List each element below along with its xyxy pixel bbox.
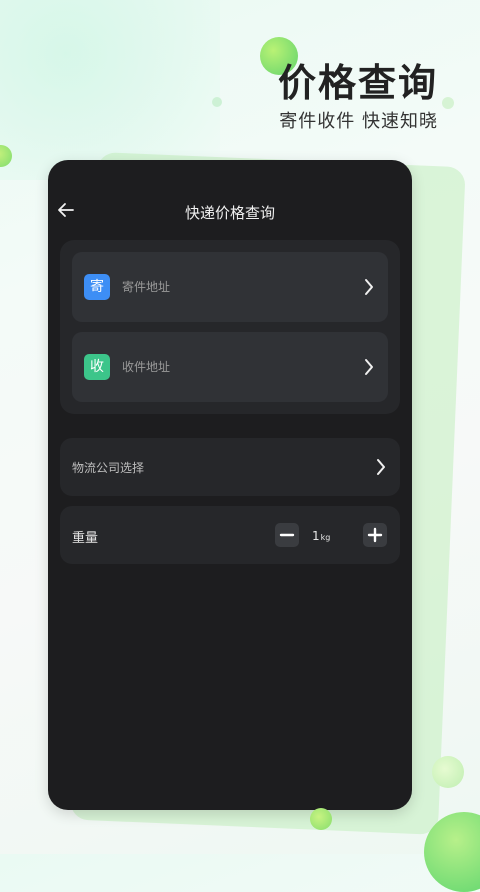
weight-number: 1 xyxy=(312,529,320,543)
promo-subheadline: 寄件收件 快速知晓 xyxy=(279,111,438,132)
sender-address-row[interactable]: 寄 寄件地址 xyxy=(72,252,388,322)
decor-circle xyxy=(442,97,454,109)
receiver-address-label: 收件地址 xyxy=(122,360,171,374)
decor-circle xyxy=(310,808,332,830)
receiver-address-row[interactable]: 收 收件地址 xyxy=(72,332,388,402)
page-title: 快递价格查询 xyxy=(184,204,275,222)
sender-address-label: 寄件地址 xyxy=(122,280,171,294)
receiver-badge: 收 xyxy=(84,354,110,380)
promo-headline: 价格查询 xyxy=(277,61,438,105)
sender-badge: 寄 xyxy=(84,274,110,300)
weight-unit: kg xyxy=(320,533,331,542)
top-bar: 快递价格查询 xyxy=(48,196,412,226)
company-select-label: 物流公司选择 xyxy=(72,461,145,475)
decor-circle xyxy=(432,756,464,788)
weight-decrease-button[interactable] xyxy=(275,523,299,547)
weight-increase-button[interactable] xyxy=(363,523,387,547)
phone-screen: 快递价格查询 寄 寄件地址 收 收件地址 物流公司选择 重量 1kg xyxy=(48,160,412,810)
minus-icon xyxy=(279,533,295,537)
plus-icon xyxy=(367,527,383,543)
address-panel: 寄 寄件地址 收 收件地址 xyxy=(60,240,400,414)
logistics-company-select[interactable]: 物流公司选择 xyxy=(60,438,400,496)
chevron-right-icon xyxy=(365,359,373,375)
chevron-right-icon xyxy=(365,279,373,295)
weight-value: 1kg xyxy=(312,529,330,543)
chevron-right-icon xyxy=(377,459,385,475)
weight-label: 重量 xyxy=(72,531,99,546)
weight-row: 重量 1kg xyxy=(60,506,400,564)
decor-circle xyxy=(212,97,222,107)
